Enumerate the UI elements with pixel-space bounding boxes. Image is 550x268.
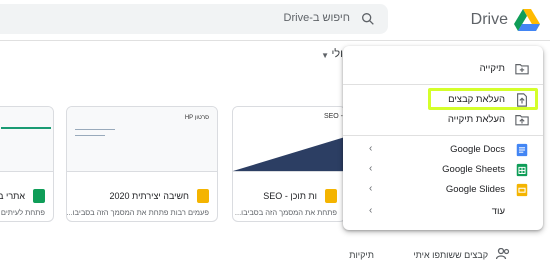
file-thumbnail: SEO -: [233, 107, 345, 172]
menu-item-label: העלאת קבצים: [448, 94, 505, 105]
google-slides-icon: [325, 189, 337, 203]
brand-name: Drive: [470, 11, 508, 28]
top-bar: חיפוש ב-Drive Drive: [0, 0, 550, 41]
file-thumbnail: [0, 107, 53, 172]
menu-item-file-upload[interactable]: העלאת קבצים: [343, 89, 543, 111]
file-subtitle: פתחת לעיתים קרובות: [0, 208, 45, 217]
google-sheets-icon: [33, 189, 45, 203]
search-input[interactable]: חיפוש ב-Drive: [284, 12, 350, 24]
file-thumbnail: סרטון HP: [67, 107, 217, 172]
menu-item-google-sheets[interactable]: ‹ Google Sheets: [343, 159, 543, 181]
menu-divider: [343, 84, 543, 85]
menu-item-label: תיקייה: [479, 63, 505, 74]
google-slides-icon: [516, 183, 528, 197]
file-subtitle: פעמים רבות פתחת את המסמך הזה בסביבו...: [66, 208, 209, 217]
thumb-graphic: [233, 137, 345, 171]
my-drive-label: ולי: [331, 48, 343, 60]
chevron-left-icon: ‹: [369, 205, 373, 216]
thumb-title: סרטון HP: [184, 115, 209, 121]
thumb-line: [75, 135, 105, 136]
thumb-line: [75, 129, 115, 130]
search-icon[interactable]: [360, 11, 376, 27]
file-subtitle: פתחת את המסמך הזה בסביבו...: [234, 208, 337, 217]
menu-item-more[interactable]: ‹ עוד: [343, 201, 543, 223]
file-upload-icon: [517, 93, 527, 107]
people-icon: [496, 248, 510, 260]
drive-triangle-icon: [514, 9, 540, 31]
google-sheets-icon: [516, 163, 528, 177]
thumb-bar: [1, 127, 51, 129]
file-card[interactable]: אתרי בית פתחת לעיתים קרובות: [0, 106, 54, 222]
my-drive-dropdown[interactable]: ▼ ולי: [0, 46, 345, 64]
menu-item-label: Google Sheets: [442, 164, 505, 175]
new-folder-icon: [515, 64, 529, 75]
new-menu: תיקייה העלאת קבצים העלאת תיקייה ‹ Google…: [343, 46, 543, 230]
file-title: אתרי בית: [0, 191, 25, 201]
menu-divider: [343, 135, 543, 136]
chevron-left-icon: ‹: [369, 163, 373, 174]
menu-item-folder-upload[interactable]: העלאת תיקייה: [343, 109, 543, 131]
chevron-left-icon: ‹: [369, 143, 373, 154]
menu-item-label: העלאת תיקייה: [447, 114, 505, 125]
menu-item-label: Google Slides: [445, 184, 505, 195]
menu-item-label: עוד: [491, 206, 505, 217]
menu-item-label: Google Docs: [450, 144, 505, 155]
file-title: ות תוכן - SEO: [263, 191, 317, 201]
folders-heading: תיקיות: [349, 250, 374, 260]
menu-item-google-slides[interactable]: ‹ Google Slides: [343, 179, 543, 201]
search-box[interactable]: חיפוש ב-Drive: [0, 4, 388, 34]
google-slides-icon: [197, 189, 209, 203]
shared-with-me-label[interactable]: קבצים ששותפו איתי: [413, 250, 488, 260]
file-card[interactable]: סרטון HP חשיבה יצירתית 2020 פעמים רבות פ…: [66, 106, 218, 222]
folder-upload-icon: [515, 115, 529, 126]
menu-item-new-folder[interactable]: תיקייה: [343, 58, 543, 80]
caret-down-icon: ▼: [321, 51, 329, 60]
menu-item-google-docs[interactable]: ‹ Google Docs: [343, 139, 543, 161]
drive-logo[interactable]: Drive: [471, 6, 540, 34]
file-title: חשיבה יצירתית 2020: [109, 191, 190, 201]
file-card[interactable]: SEO - ות תוכן - SEO פתחת את המסמך הזה בס…: [232, 106, 346, 222]
google-docs-icon: [516, 143, 528, 157]
chevron-left-icon: ‹: [369, 183, 373, 194]
